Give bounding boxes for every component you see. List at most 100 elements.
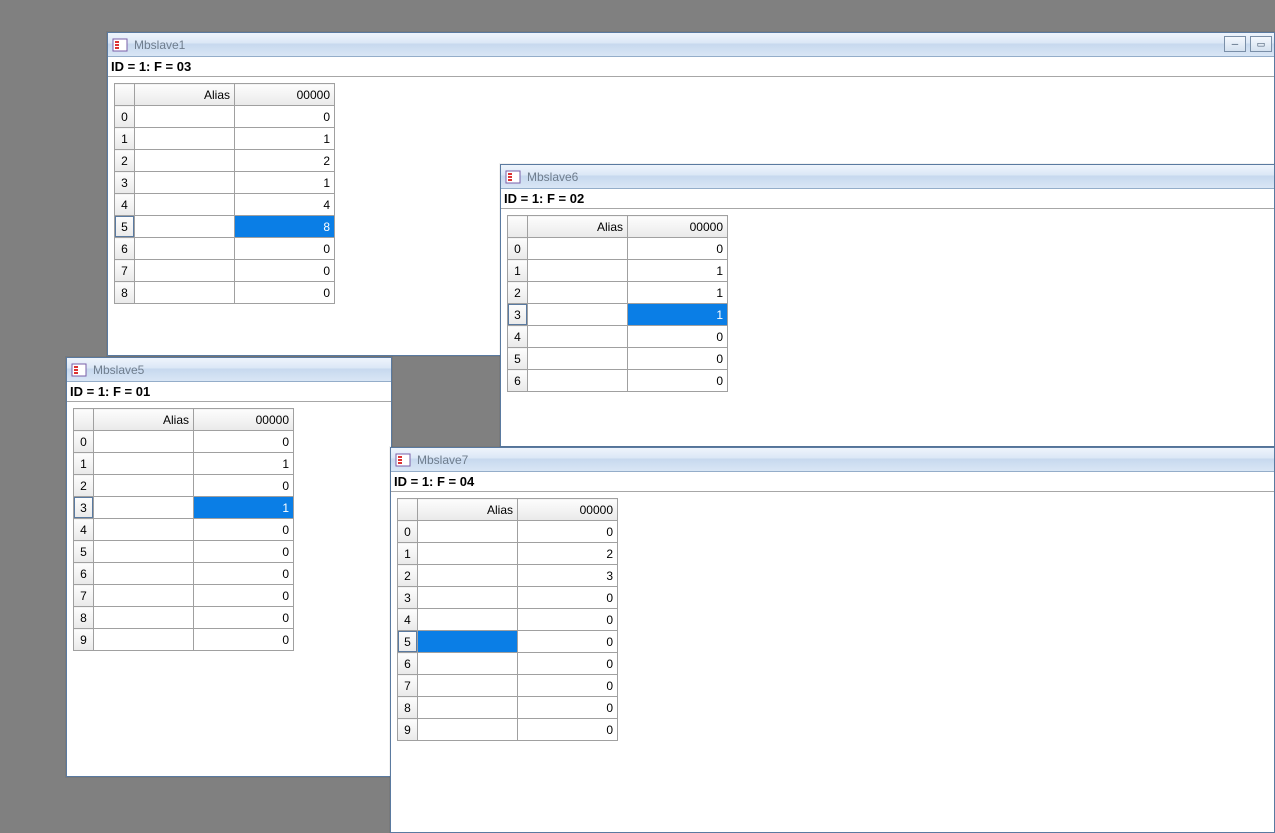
table-row[interactable]: 31 [508, 304, 728, 326]
row-header[interactable]: 1 [398, 543, 418, 565]
row-header[interactable]: 9 [74, 629, 94, 651]
cell-value[interactable]: 0 [628, 348, 728, 370]
cell-value[interactable]: 4 [235, 194, 335, 216]
cell-value[interactable]: 8 [235, 216, 335, 238]
row-header[interactable]: 6 [398, 653, 418, 675]
maximize-button[interactable]: ▭ [1250, 36, 1272, 52]
cell-value[interactable]: 0 [628, 370, 728, 392]
table-row[interactable]: 90 [398, 719, 618, 741]
titlebar[interactable]: Mbslave5 [67, 358, 391, 382]
col-header-value[interactable]: 00000 [628, 216, 728, 238]
table-row[interactable]: 11 [74, 453, 294, 475]
titlebar[interactable]: Mbslave6 [501, 165, 1274, 189]
table-row[interactable]: 58 [115, 216, 335, 238]
table-row[interactable]: 00 [74, 431, 294, 453]
cell-alias[interactable] [94, 497, 194, 519]
cell-alias[interactable] [418, 631, 518, 653]
cell-value[interactable]: 1 [235, 172, 335, 194]
table-row[interactable]: 11 [115, 128, 335, 150]
cell-alias[interactable] [418, 565, 518, 587]
cell-value[interactable]: 0 [194, 519, 294, 541]
cell-value[interactable]: 0 [518, 675, 618, 697]
row-header[interactable]: 1 [115, 128, 135, 150]
row-header[interactable]: 3 [115, 172, 135, 194]
row-header[interactable]: 8 [74, 607, 94, 629]
cell-value[interactable]: 0 [628, 326, 728, 348]
row-header[interactable]: 0 [398, 521, 418, 543]
col-header-alias[interactable]: Alias [528, 216, 628, 238]
cell-value[interactable]: 0 [235, 260, 335, 282]
row-header[interactable]: 8 [115, 282, 135, 304]
cell-alias[interactable] [94, 431, 194, 453]
cell-value[interactable]: 2 [518, 543, 618, 565]
table-row[interactable]: 60 [508, 370, 728, 392]
row-header[interactable]: 7 [74, 585, 94, 607]
cell-alias[interactable] [135, 128, 235, 150]
cell-value[interactable]: 0 [628, 238, 728, 260]
table-row[interactable]: 60 [74, 563, 294, 585]
cell-alias[interactable] [418, 719, 518, 741]
table-row[interactable]: 60 [115, 238, 335, 260]
cell-alias[interactable] [94, 629, 194, 651]
row-header[interactable]: 3 [74, 497, 94, 519]
row-header[interactable]: 6 [115, 238, 135, 260]
table-row[interactable]: 00 [115, 106, 335, 128]
table-row[interactable]: 50 [508, 348, 728, 370]
row-header[interactable]: 1 [508, 260, 528, 282]
cell-alias[interactable] [94, 607, 194, 629]
cell-alias[interactable] [135, 216, 235, 238]
table-row[interactable]: 40 [74, 519, 294, 541]
table-row[interactable]: 22 [115, 150, 335, 172]
titlebar[interactable]: Mbslave7 [391, 448, 1274, 472]
table-row[interactable]: 40 [508, 326, 728, 348]
row-header[interactable]: 2 [508, 282, 528, 304]
table-row[interactable]: 31 [115, 172, 335, 194]
col-header-corner[interactable] [74, 409, 94, 431]
cell-value[interactable]: 1 [194, 453, 294, 475]
table-row[interactable]: 00 [508, 238, 728, 260]
table-row[interactable]: 31 [74, 497, 294, 519]
cell-alias[interactable] [418, 609, 518, 631]
row-header[interactable]: 4 [115, 194, 135, 216]
data-table[interactable]: Alias0000000122330405060708090 [397, 498, 618, 741]
cell-value[interactable]: 0 [518, 697, 618, 719]
cell-value[interactable]: 1 [194, 497, 294, 519]
cell-value[interactable]: 0 [235, 238, 335, 260]
cell-value[interactable]: 1 [628, 282, 728, 304]
col-header-alias[interactable]: Alias [135, 84, 235, 106]
row-header[interactable]: 5 [508, 348, 528, 370]
table-row[interactable]: 80 [398, 697, 618, 719]
row-header[interactable]: 7 [398, 675, 418, 697]
table-row[interactable]: 12 [398, 543, 618, 565]
cell-value[interactable]: 0 [518, 521, 618, 543]
row-header[interactable]: 8 [398, 697, 418, 719]
cell-alias[interactable] [135, 260, 235, 282]
cell-alias[interactable] [418, 521, 518, 543]
table-row[interactable]: 30 [398, 587, 618, 609]
table-row[interactable]: 70 [74, 585, 294, 607]
row-header[interactable]: 6 [508, 370, 528, 392]
window-mbslave5[interactable]: Mbslave5 ID = 1: F = 01 Alias00000001120… [66, 357, 392, 777]
col-header-corner[interactable] [398, 499, 418, 521]
table-row[interactable]: 80 [74, 607, 294, 629]
cell-alias[interactable] [528, 260, 628, 282]
cell-alias[interactable] [135, 172, 235, 194]
cell-alias[interactable] [135, 282, 235, 304]
cell-alias[interactable] [418, 697, 518, 719]
table-row[interactable]: 20 [74, 475, 294, 497]
cell-value[interactable]: 1 [235, 128, 335, 150]
row-header[interactable]: 7 [115, 260, 135, 282]
table-row[interactable]: 60 [398, 653, 618, 675]
cell-value[interactable]: 0 [518, 609, 618, 631]
col-header-corner[interactable] [115, 84, 135, 106]
row-header[interactable]: 2 [398, 565, 418, 587]
cell-value[interactable]: 0 [518, 653, 618, 675]
row-header[interactable]: 4 [74, 519, 94, 541]
cell-alias[interactable] [418, 587, 518, 609]
cell-value[interactable]: 0 [235, 106, 335, 128]
cell-alias[interactable] [94, 585, 194, 607]
cell-alias[interactable] [528, 370, 628, 392]
cell-alias[interactable] [94, 563, 194, 585]
table-row[interactable]: 90 [74, 629, 294, 651]
row-header[interactable]: 0 [115, 106, 135, 128]
